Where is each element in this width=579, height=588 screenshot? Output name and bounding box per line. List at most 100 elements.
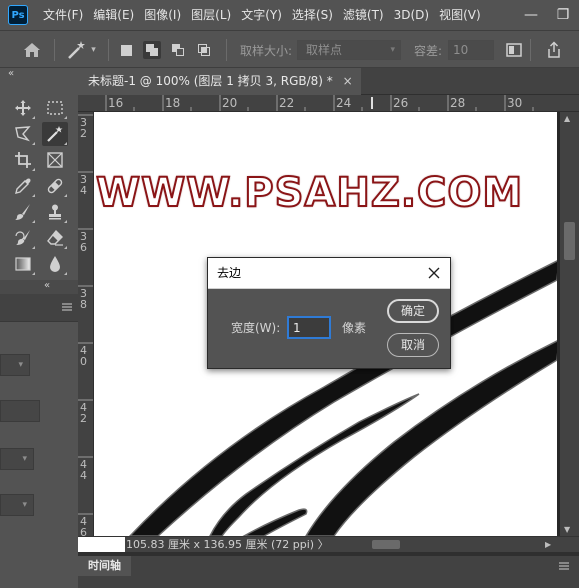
frame-icon [47, 152, 63, 168]
ruler-label: 3 6 [80, 230, 87, 254]
ok-button[interactable]: 确定 [387, 299, 439, 323]
menu-filter[interactable]: 滤镜(T) [338, 0, 389, 30]
share-button[interactable] [540, 31, 568, 69]
tolerance-field[interactable]: 10 [448, 40, 494, 60]
separator [108, 39, 109, 61]
scroll-right-arrow-icon[interactable]: ▶ [545, 537, 551, 552]
vertical-scrollbar[interactable]: ▲ ▼ [560, 112, 579, 536]
history-brush-icon [15, 230, 30, 245]
watermark-text: WWW.PSAHZ.COM [95, 169, 524, 217]
home-button[interactable] [12, 31, 52, 69]
gradient-tool[interactable] [10, 252, 36, 276]
width-input[interactable] [287, 316, 331, 339]
history-brush-tool[interactable] [10, 226, 36, 250]
clone-stamp-tool[interactable] [42, 200, 68, 224]
marquee-tool[interactable] [42, 96, 68, 120]
menu-file[interactable]: 文件(F) [38, 0, 88, 30]
tolerance-label: 容差: [414, 43, 443, 58]
tools-collapse-button[interactable]: « [0, 68, 78, 82]
subtract-selection-button[interactable] [168, 31, 188, 69]
water-drop-icon [50, 256, 60, 272]
flyout-indicator [64, 220, 67, 223]
eraser-icon [47, 229, 63, 246]
menu-image[interactable]: 图像(I) [139, 0, 186, 30]
flyout-indicator [32, 116, 35, 119]
crop-icon [15, 152, 31, 168]
ruler-label: 28 [450, 96, 466, 110]
sample-size-dropdown[interactable]: 取样点 ▾ [297, 40, 401, 60]
share-icon [548, 41, 560, 58]
scroll-up-arrow-icon[interactable]: ▲ [564, 114, 570, 123]
timeline-tab[interactable]: 时间轴 [78, 556, 131, 576]
rectangular-marquee-icon [47, 101, 63, 115]
home-icon [24, 43, 40, 57]
panel-toggle-button[interactable] [504, 31, 524, 69]
defringe-dialog: 去边 宽度(W): 像素 确定 取消 [207, 257, 451, 369]
flyout-indicator [32, 168, 35, 171]
dialog-title: 去边 [217, 266, 242, 280]
intersect-selection-button[interactable] [194, 31, 214, 69]
flyout-indicator [64, 142, 67, 145]
eyedropper-tool[interactable] [10, 174, 36, 198]
scrollbar-thumb[interactable] [564, 222, 575, 260]
add-to-selection-button[interactable] [140, 31, 164, 69]
horizontal-ruler: 16 18 20 22 24 26 28 30 [78, 95, 579, 112]
menu-layer[interactable]: 图层(L) [186, 0, 236, 30]
panel-collapse-button[interactable]: « [0, 280, 78, 294]
restore-button[interactable]: ❐ [547, 0, 579, 30]
document-tab-title: 未标题-1 @ 100% (图层 1 拷贝 3, RGB/8) * [88, 74, 333, 88]
magic-wand-tool[interactable] [42, 122, 68, 146]
healing-brush-tool[interactable] [42, 174, 68, 198]
zoom-level-field[interactable] [78, 537, 125, 552]
brush-tool[interactable] [10, 200, 36, 224]
chevron-down-icon: ▾ [390, 45, 395, 55]
properties-panel: ▾ ▾ ▾ [0, 322, 78, 588]
menu-type[interactable]: 文字(Y) [236, 0, 287, 30]
frame-tool[interactable] [42, 148, 68, 172]
new-selection-button[interactable] [116, 31, 136, 69]
close-icon[interactable] [426, 265, 442, 281]
panel-dropdown[interactable]: ▾ [0, 354, 30, 376]
vertical-ruler: 3 2 3 4 3 6 3 8 4 0 4 2 4 4 4 6 [78, 112, 94, 536]
panel-tabbar [0, 294, 78, 322]
panel-icon [506, 43, 522, 57]
menu-3d[interactable]: 3D(D) [389, 0, 434, 30]
ruler-label: 4 0 [80, 344, 87, 368]
minimize-button[interactable]: — [515, 0, 547, 30]
ruler-label: 4 2 [80, 401, 87, 425]
scroll-down-arrow-icon[interactable]: ▼ [564, 525, 570, 534]
document-tabbar: 未标题-1 @ 100% (图层 1 拷贝 3, RGB/8) * × [78, 68, 579, 95]
intersect-selection-icon [195, 41, 213, 59]
close-icon[interactable]: × [343, 74, 353, 88]
document-tab[interactable]: 未标题-1 @ 100% (图层 1 拷贝 3, RGB/8) * × [78, 68, 361, 95]
ruler-label: 30 [507, 96, 523, 110]
flyout-indicator [32, 194, 35, 197]
menu-select[interactable]: 选择(S) [287, 0, 338, 30]
panel-input[interactable] [0, 400, 40, 422]
ruler-label: 4 4 [80, 458, 87, 482]
chevron-down-icon: ▾ [22, 500, 27, 510]
lasso-tool[interactable] [10, 122, 36, 146]
horizontal-scrollbar-thumb[interactable] [372, 540, 400, 549]
move-tool[interactable] [10, 96, 36, 120]
ruler-label: 18 [165, 96, 181, 110]
crop-tool[interactable] [10, 148, 36, 172]
panel-menu-icon[interactable] [559, 561, 569, 571]
eraser-tool[interactable] [42, 226, 68, 250]
document-size-text: 105.83 厘米 x 136.95 厘米 (72 ppi) [126, 538, 315, 551]
flyout-indicator [64, 246, 67, 249]
panel-dropdown[interactable]: ▾ [0, 448, 34, 470]
magic-wand-icon [68, 41, 86, 59]
panel-menu-icon[interactable] [62, 302, 72, 312]
flyout-indicator [32, 246, 35, 249]
flyout-indicator [64, 272, 67, 275]
panel-dropdown[interactable]: ▾ [0, 494, 34, 516]
document-size-info[interactable]: 105.83 厘米 x 136.95 厘米 (72 ppi) 〉 [126, 537, 329, 552]
status-menu-arrow[interactable]: 〉 [318, 538, 329, 551]
blur-tool[interactable] [42, 252, 68, 276]
menu-edit[interactable]: 编辑(E) [88, 0, 139, 30]
tool-preset-picker[interactable]: ▾ [60, 31, 102, 69]
cancel-button[interactable]: 取消 [387, 333, 439, 357]
menu-view[interactable]: 视图(V) [434, 0, 486, 30]
dialog-titlebar[interactable]: 去边 [208, 258, 450, 289]
